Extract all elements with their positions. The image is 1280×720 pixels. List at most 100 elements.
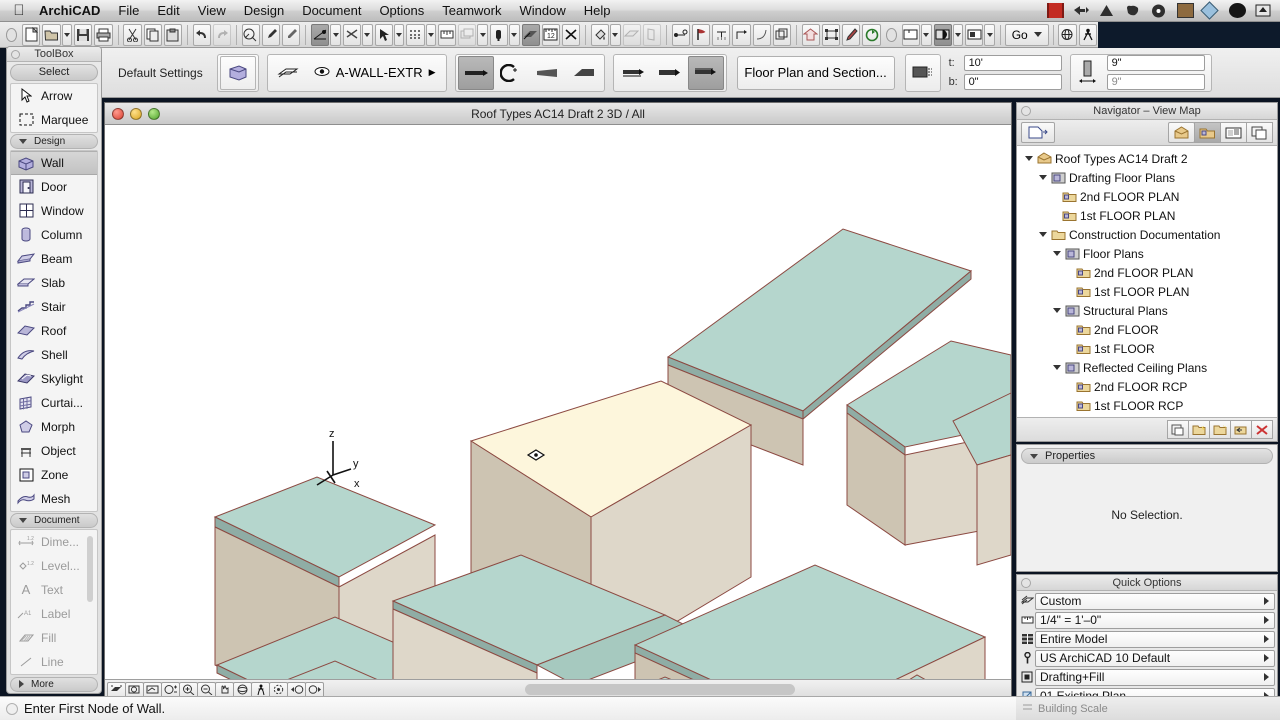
google-drive-icon[interactable] bbox=[1099, 3, 1116, 18]
quick-options-collapse-icon[interactable] bbox=[1021, 578, 1031, 588]
go-dropdown-button[interactable]: Go bbox=[1004, 23, 1049, 46]
toolbox-scrollbar[interactable] bbox=[87, 535, 93, 602]
drawing-button[interactable] bbox=[842, 23, 861, 46]
toolbar-handle-2[interactable] bbox=[885, 27, 897, 42]
copy-button[interactable] bbox=[143, 23, 162, 46]
tool-arrow[interactable]: Arrow bbox=[11, 84, 97, 108]
minimize-icon[interactable] bbox=[130, 108, 142, 120]
floorplan-view-dropdown[interactable] bbox=[921, 23, 932, 46]
new-document-button[interactable] bbox=[22, 23, 41, 46]
zoom-icon[interactable] bbox=[148, 108, 160, 120]
dimension-settings-dropdown[interactable] bbox=[330, 23, 341, 46]
globe-button[interactable] bbox=[1058, 23, 1077, 46]
slab-tool-button[interactable] bbox=[622, 23, 641, 46]
horizontal-scrollbar[interactable] bbox=[525, 684, 795, 695]
layout-book-icon[interactable] bbox=[1220, 122, 1247, 143]
height-top-input[interactable]: 10' bbox=[963, 55, 1062, 71]
tool-text[interactable]: A Text bbox=[11, 578, 97, 602]
display-icon[interactable] bbox=[908, 56, 938, 90]
open-folder-dropdown[interactable] bbox=[61, 23, 73, 46]
menu-window[interactable]: Window bbox=[511, 0, 575, 22]
fillet-button[interactable] bbox=[752, 23, 771, 46]
chevron-down-icon[interactable] bbox=[1053, 365, 1061, 370]
tool-door[interactable]: Door bbox=[11, 175, 97, 199]
curved-wall-icon[interactable] bbox=[494, 56, 530, 90]
menu-design[interactable]: Design bbox=[235, 0, 293, 22]
home-story-button[interactable] bbox=[801, 23, 820, 46]
redefine-view-icon[interactable] bbox=[1230, 420, 1252, 439]
evernote-icon[interactable] bbox=[1125, 3, 1142, 18]
floor-plan-section-button[interactable]: Floor Plan and Section... bbox=[736, 55, 895, 90]
toolbox-collapse-icon[interactable] bbox=[11, 50, 20, 59]
polygon-wall-icon[interactable] bbox=[566, 56, 602, 90]
tree-item-reflected-ceiling-plans[interactable]: Reflected Ceiling Plans bbox=[1017, 358, 1277, 377]
layout-view-button[interactable] bbox=[965, 23, 984, 46]
tool-label[interactable]: A1 Label bbox=[11, 602, 97, 626]
measure-button[interactable] bbox=[438, 23, 457, 46]
wall-left-icon[interactable] bbox=[616, 56, 652, 90]
thickness-input-2[interactable]: 9" bbox=[1106, 74, 1205, 90]
cut-button[interactable] bbox=[123, 23, 142, 46]
walk-button[interactable] bbox=[1078, 23, 1097, 46]
tool-stair[interactable]: Stair bbox=[11, 295, 97, 319]
tree-item-drafting-floor-plans[interactable]: Drafting Floor Plans bbox=[1017, 168, 1277, 187]
film-strip-icon[interactable] bbox=[1047, 3, 1064, 18]
delete-icon[interactable] bbox=[1251, 420, 1273, 439]
partial-structure-field[interactable]: Entire Model bbox=[1035, 630, 1275, 648]
magic-wand-button[interactable] bbox=[671, 23, 691, 46]
clone-folder-icon[interactable] bbox=[1167, 420, 1189, 439]
navigator-menu-icon[interactable] bbox=[1021, 122, 1055, 143]
menu-document[interactable]: Document bbox=[293, 0, 370, 22]
wall-right-icon[interactable] bbox=[687, 55, 724, 90]
tool-column[interactable]: Column bbox=[11, 223, 97, 247]
toolbox-document-group[interactable]: Document bbox=[10, 512, 98, 528]
chevron-down-icon[interactable] bbox=[1053, 308, 1061, 313]
menu-file[interactable]: File bbox=[109, 0, 148, 22]
pen-settings-dropdown[interactable] bbox=[362, 23, 373, 46]
tree-item-floor-plans[interactable]: Floor Plans bbox=[1017, 244, 1277, 263]
tree-item-construction-documentation[interactable]: Construction Documentation bbox=[1017, 225, 1277, 244]
print-button[interactable] bbox=[94, 23, 113, 46]
menu-edit[interactable]: Edit bbox=[148, 0, 188, 22]
menu-teamwork[interactable]: Teamwork bbox=[433, 0, 510, 22]
publisher-sets-icon[interactable] bbox=[1246, 122, 1273, 143]
disc-icon[interactable] bbox=[1151, 3, 1168, 18]
tool-line[interactable]: Line bbox=[11, 650, 97, 674]
flag-button[interactable] bbox=[692, 23, 711, 46]
3d-view-button[interactable] bbox=[933, 23, 952, 46]
navigator-collapse-icon[interactable] bbox=[1021, 106, 1031, 116]
trapezoid-wall-icon[interactable] bbox=[530, 56, 566, 90]
tree-item-view[interactable]: 1st FLOOR PLAN bbox=[1017, 206, 1277, 225]
chevron-down-icon[interactable] bbox=[1053, 251, 1061, 256]
pen-settings-button[interactable] bbox=[342, 23, 362, 46]
trim-button[interactable] bbox=[712, 23, 731, 46]
photo-icon[interactable] bbox=[1177, 3, 1194, 18]
paint-bucket-dropdown[interactable] bbox=[610, 23, 621, 46]
menu-help[interactable]: Help bbox=[575, 0, 620, 22]
properties-header[interactable]: Properties bbox=[1021, 448, 1273, 464]
refresh-button[interactable] bbox=[862, 23, 881, 46]
tree-item-view[interactable]: 1st FLOOR RCP bbox=[1017, 396, 1277, 415]
toolbox-design-group[interactable]: Design bbox=[10, 133, 98, 149]
project-map-icon[interactable] bbox=[1168, 122, 1195, 143]
menu-archicad[interactable]: ArchiCAD bbox=[30, 0, 109, 22]
scale-field[interactable]: 1/4" = 1'–0" bbox=[1035, 611, 1275, 629]
redo-button[interactable] bbox=[212, 23, 232, 46]
view-map-icon[interactable] bbox=[1194, 122, 1221, 143]
navigator-tree[interactable]: Roof Types AC14 Draft 2 Drafting Floor P… bbox=[1017, 146, 1277, 417]
snap-cursor-button[interactable] bbox=[374, 23, 393, 46]
tree-item-view[interactable]: 2nd FLOOR RCP bbox=[1017, 377, 1277, 396]
tool-roof[interactable]: Roof bbox=[11, 319, 97, 343]
layout-view-dropdown[interactable] bbox=[984, 23, 995, 46]
syringe-button[interactable] bbox=[282, 23, 301, 46]
open-folder-button[interactable] bbox=[42, 23, 61, 46]
layers-dropdown[interactable] bbox=[477, 23, 488, 46]
layer-selector[interactable]: A-WALL-EXTR ▶ bbox=[306, 65, 444, 80]
tool-fill[interactable]: Fill bbox=[11, 626, 97, 650]
wall-tool-icon[interactable] bbox=[219, 55, 256, 90]
eject-icon[interactable] bbox=[1255, 3, 1272, 18]
multiply-button[interactable] bbox=[772, 23, 792, 46]
tool-curtain-wall[interactable]: Curtai... bbox=[11, 391, 97, 415]
straight-wall-icon[interactable] bbox=[457, 55, 494, 90]
menu-options[interactable]: Options bbox=[370, 0, 433, 22]
